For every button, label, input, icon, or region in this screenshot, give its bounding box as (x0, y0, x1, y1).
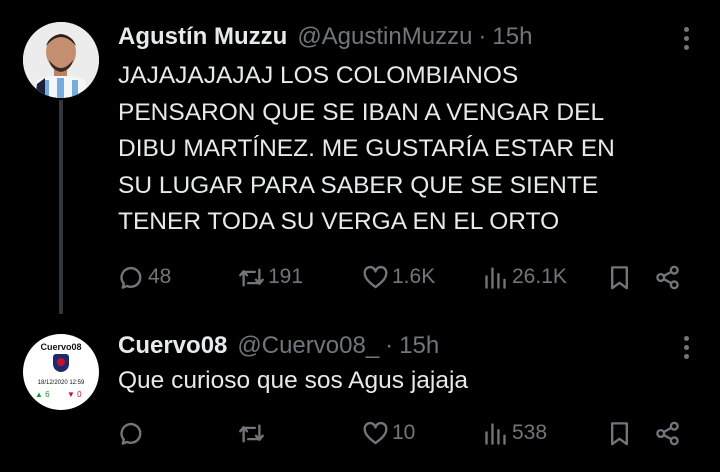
tweet-text-line: DIBU MARTÍNEZ. ME GUSTARÍA ESTAR EN (118, 135, 615, 162)
more-icon[interactable] (682, 27, 690, 50)
club-shield-icon (53, 354, 69, 372)
reply-icon (120, 422, 142, 445)
avatar-down-value: 0 (77, 390, 82, 399)
tweet-text: Que curioso que sos Agus jajaja (118, 363, 678, 400)
avatar-date: 18/12/2020 12:59 (37, 380, 85, 386)
author-name[interactable]: Cuervo08 (118, 332, 227, 360)
thread-line (59, 100, 63, 314)
tweet-time[interactable]: 15h (492, 23, 532, 51)
like-count: 10 (392, 421, 416, 444)
bookmark-button[interactable] (606, 262, 633, 292)
tweet-text-line: PENSARON QUE SE IBAN A VENGAR DEL (118, 98, 605, 126)
action-bar: 48 191 1.6K 26.1K (118, 262, 688, 292)
views-button[interactable]: 26.1K (482, 262, 567, 292)
tweet-text-line: TENER TODA SU VERGA EN EL ORTO (118, 208, 560, 235)
retweet-icon (239, 267, 264, 287)
reply-button[interactable]: 48 (118, 262, 171, 292)
retweet-button[interactable] (238, 418, 268, 448)
bookmark-button[interactable] (606, 418, 633, 448)
reply-button[interactable] (118, 418, 148, 448)
tweet-text-line: Que curioso que sos Agus jajaja (118, 367, 469, 394)
avatar-photo (23, 22, 99, 98)
heart-icon (363, 421, 388, 444)
like-button[interactable]: 1.6K (362, 262, 435, 292)
like-button[interactable]: 10 (362, 418, 415, 448)
share-icon (656, 265, 679, 289)
avatar-title: Cuervo08 (40, 342, 82, 352)
author-name[interactable]: Agustín Muzzu (118, 23, 287, 51)
avatar[interactable]: Cuervo08 18/12/2020 12:59 ▲ 6 ▼ 0 (23, 334, 99, 410)
views-button[interactable]: 538 (482, 418, 547, 448)
retweet-button[interactable]: 191 (238, 262, 303, 292)
share-button[interactable] (654, 262, 681, 292)
tweet-text: JAJAJAJAJAJ LOS COLOMBIANOS PENSARON QUE… (118, 58, 678, 241)
bookmark-icon (611, 421, 628, 445)
separator-dot: · (385, 332, 394, 359)
tweet-header: Agustín Muzzu @AgustinMuzzu · 15h (118, 22, 532, 52)
like-count: 1.6K (392, 265, 436, 288)
retweet-count: 191 (268, 265, 304, 288)
retweet-icon (239, 423, 264, 443)
heart-icon (363, 265, 388, 288)
views-icon (485, 422, 506, 445)
views-icon (485, 266, 506, 289)
thumbs-up-count: ▲ 6 (35, 390, 50, 399)
tweet[interactable]: Agustín Muzzu @AgustinMuzzu · 15h JAJAJA… (0, 0, 720, 318)
bookmark-icon (611, 265, 628, 289)
tweet-text-line: JAJAJAJAJAJ LOS COLOMBIANOS (118, 62, 519, 89)
avatar[interactable] (23, 22, 99, 98)
views-count: 26.1K (512, 265, 567, 288)
tweet-header: Cuervo08 @Cuervo08_ · 15h (118, 331, 439, 361)
tweet-time[interactable]: 15h (399, 332, 439, 360)
tweet-text-line: SU LUGAR PARA SABER QUE SE SIENTE (118, 171, 599, 199)
action-bar: 10 538 (118, 418, 688, 448)
separator-dot: · (478, 23, 487, 50)
avatar-up-value: 6 (45, 390, 50, 399)
views-count: 538 (512, 421, 548, 444)
reply-count: 48 (148, 265, 172, 288)
thumbs-down-count: ▼ 0 (67, 390, 82, 399)
reply-icon (120, 266, 142, 289)
share-button[interactable] (654, 418, 681, 448)
author-handle[interactable]: @AgustinMuzzu (297, 23, 472, 51)
tweet[interactable]: Cuervo08 18/12/2020 12:59 ▲ 6 ▼ 0 Cuervo… (0, 318, 720, 472)
share-icon (656, 421, 679, 445)
author-handle[interactable]: @Cuervo08_ (237, 332, 379, 360)
more-icon[interactable] (682, 336, 690, 359)
